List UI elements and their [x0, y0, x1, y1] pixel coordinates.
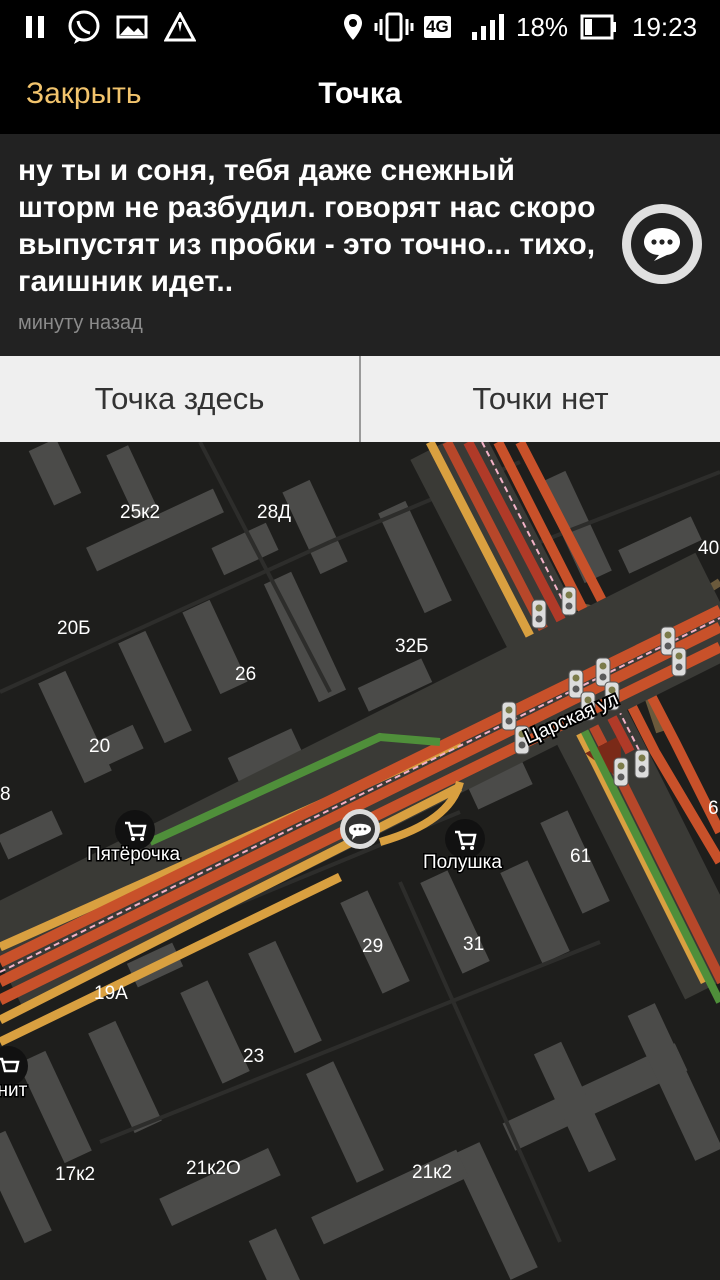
- house-number: 19А: [94, 983, 128, 1004]
- house-number: 28Д: [257, 502, 291, 523]
- message-marker[interactable]: [340, 809, 380, 849]
- network-label: 4G: [424, 16, 451, 38]
- house-number: 23: [243, 1046, 264, 1067]
- status-bar: 4G 18% 19:23: [0, 0, 720, 54]
- house-number: 25к2: [120, 502, 160, 523]
- house-number: 31: [463, 934, 484, 955]
- location-icon: [342, 0, 364, 54]
- house-number: 29: [362, 936, 383, 957]
- warning-icon: [164, 0, 196, 54]
- traffic-map[interactable]: Царская ул 25к2 28Д 40 20Б 32Б 26 20 8 6…: [0, 442, 720, 1280]
- house-number: 20Б: [57, 618, 91, 639]
- house-number: 6: [708, 798, 719, 819]
- house-number: 21к2: [412, 1162, 452, 1183]
- viber-icon: [66, 0, 102, 54]
- battery-icon: [580, 0, 618, 54]
- poi-magnit[interactable]: Магнит: [0, 1046, 29, 1103]
- signal-icon: [470, 0, 510, 54]
- message-text: ну ты и соня, тебя даже снежный шторм не…: [18, 154, 596, 298]
- title-bar: Закрыть Точка: [0, 54, 720, 134]
- pause-icon: [24, 0, 48, 54]
- house-number: 21к2О: [186, 1158, 241, 1179]
- chat-bubble-icon: [622, 204, 702, 284]
- no-point-button[interactable]: Точки нет: [359, 356, 720, 442]
- battery-percent: 18%: [516, 11, 569, 42]
- action-buttons: Точка здесь Точки нет: [0, 356, 720, 442]
- house-number: 61: [570, 846, 591, 867]
- close-button[interactable]: Закрыть: [26, 54, 142, 134]
- poi-label: Пятёрочка: [87, 844, 181, 865]
- house-number: 20: [89, 736, 110, 757]
- house-number: 32Б: [395, 636, 429, 657]
- house-number: 8: [0, 784, 11, 805]
- vibrate-icon: [374, 0, 414, 54]
- message-time: минуту назад: [18, 312, 143, 334]
- house-number: 26: [235, 664, 256, 685]
- house-number: 40: [698, 538, 719, 559]
- poi-label: Полушка: [423, 852, 502, 873]
- house-number: 17к2: [55, 1164, 95, 1185]
- clock: 19:23: [632, 11, 698, 42]
- image-icon: [116, 0, 148, 54]
- poi-label: Магнит: [0, 1080, 28, 1101]
- network-4g-icon: 4G: [424, 0, 451, 54]
- point-here-button[interactable]: Точка здесь: [0, 356, 359, 442]
